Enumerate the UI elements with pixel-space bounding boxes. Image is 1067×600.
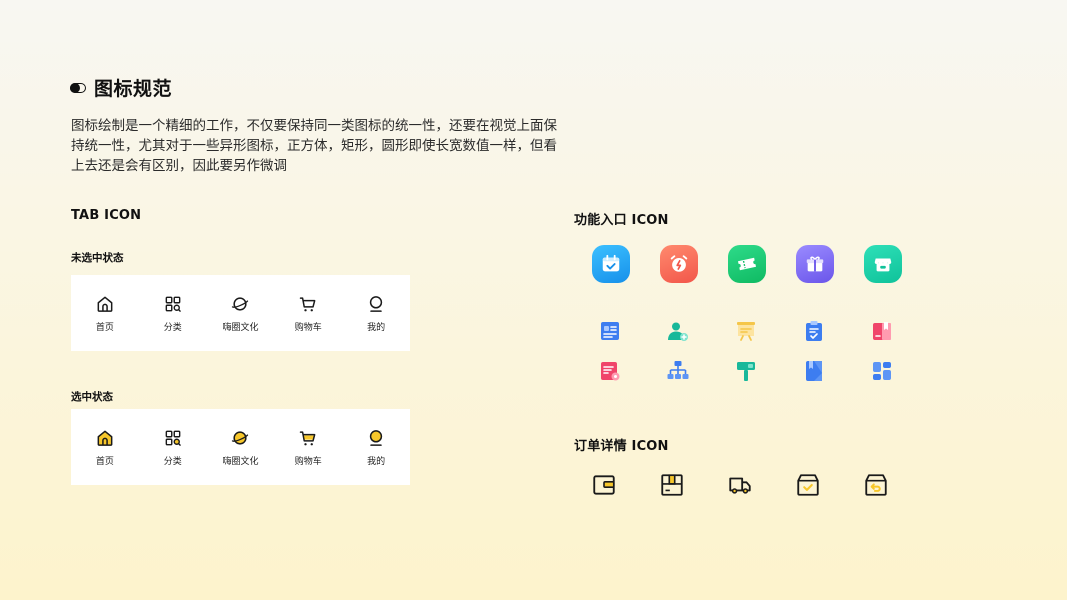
tab-culture: 嗨圈文化 xyxy=(207,275,275,351)
tab-cart-selected: 购物车 xyxy=(274,409,342,485)
tab-culture-selected: 嗨圈文化 xyxy=(207,409,275,485)
order-detail-icon-row xyxy=(591,472,889,498)
home-icon xyxy=(97,296,113,312)
order-detail-heading: 订单详情 ICON xyxy=(574,439,669,454)
cart-icon xyxy=(300,430,316,445)
profile-icon xyxy=(369,429,383,446)
tab-profile: 我的 xyxy=(342,275,410,351)
ticket-icon xyxy=(728,245,766,283)
tab-icon-heading: TAB ICON xyxy=(71,208,142,223)
return-box-icon xyxy=(863,472,889,498)
home-icon xyxy=(97,430,113,446)
function-large-icon-row xyxy=(592,245,902,283)
bookmark-book-icon xyxy=(869,318,895,344)
profile-icon xyxy=(369,295,383,312)
tab-label: 我的 xyxy=(367,322,386,333)
tab-bar-selected: 首页 分类 嗨圈文化 购物车 我的 xyxy=(71,409,410,485)
page-title-row: 图标规范 xyxy=(70,74,172,101)
tab-category: 分类 xyxy=(139,275,207,351)
function-small-icon-row-1 xyxy=(597,318,895,344)
tab-label: 购物车 xyxy=(294,322,322,333)
page-description: 图标绘制是一个精细的工作，不仅要保持同一类图标的统一性，还要在视觉上面保持统一性… xyxy=(71,118,557,174)
function-entry-heading: 功能入口 ICON xyxy=(574,213,669,228)
notebook-icon xyxy=(801,358,827,384)
presentation-board-icon xyxy=(733,318,759,344)
received-box-icon xyxy=(795,472,821,498)
clipboard-check-icon xyxy=(801,318,827,344)
tab-home: 首页 xyxy=(71,275,139,351)
tab-label: 嗨圈文化 xyxy=(222,456,259,467)
tab-label: 我的 xyxy=(367,456,386,467)
tab-label: 分类 xyxy=(163,456,182,467)
tab-home-selected: 首页 xyxy=(71,409,139,485)
selected-state-label: 选中状态 xyxy=(71,391,113,403)
add-user-icon xyxy=(665,318,691,344)
tab-label: 嗨圈文化 xyxy=(222,322,259,333)
tab-category-selected: 分类 xyxy=(139,409,207,485)
page-title: 图标规范 xyxy=(94,78,173,100)
store-icon xyxy=(864,245,902,283)
category-icon xyxy=(165,296,181,312)
tab-label: 首页 xyxy=(95,322,114,333)
tab-label: 分类 xyxy=(163,322,182,333)
planet-icon xyxy=(232,296,249,311)
tab-cart: 购物车 xyxy=(274,275,342,351)
org-chart-icon xyxy=(665,358,691,384)
tab-label: 购物车 xyxy=(294,456,322,467)
function-small-icon-row-2 xyxy=(597,358,895,384)
calendar-check-icon xyxy=(592,245,630,283)
planet-icon xyxy=(232,430,249,445)
contact-card-icon xyxy=(597,318,623,344)
dashboard-grid-icon xyxy=(869,358,895,384)
category-icon xyxy=(165,430,181,446)
signpost-icon xyxy=(733,358,759,384)
tab-label: 首页 xyxy=(95,456,114,467)
toggle-icon xyxy=(70,82,86,93)
cart-icon xyxy=(300,296,316,311)
package-icon xyxy=(659,472,685,498)
tab-profile-selected: 我的 xyxy=(342,409,410,485)
delivery-truck-icon xyxy=(727,472,753,498)
unselected-state-label: 未选中状态 xyxy=(71,252,124,264)
tab-bar-unselected: 首页 分类 嗨圈文化 购物车 我的 xyxy=(71,275,410,351)
alarm-clock-icon xyxy=(660,245,698,283)
document-settings-icon xyxy=(597,358,623,384)
wallet-icon xyxy=(591,472,617,498)
gift-icon xyxy=(796,245,834,283)
